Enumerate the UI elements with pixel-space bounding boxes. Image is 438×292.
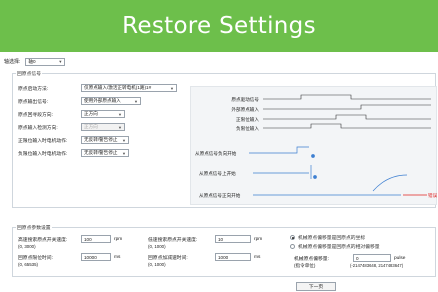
- field-high-speed: 高速搜索原点开关速度: 100 rpm: [18, 235, 122, 243]
- accel-time-unit: ms: [254, 254, 261, 260]
- limit-time-input[interactable]: 10000: [81, 253, 111, 261]
- detect-direction-value: 正方向: [84, 124, 98, 129]
- output-signal-select[interactable]: 使用外部原点输入 ▼: [81, 97, 141, 105]
- field-pos-limit-action: 正限位输入时电机动作: 无反转/警告停止 ▼: [18, 136, 129, 144]
- start-method-select[interactable]: 仅原点输入/激活正转电机(1路)1# ▼: [81, 84, 177, 92]
- search-direction-value: 正方向: [84, 111, 98, 116]
- scenario-label-negative: 从原点信号负向开始: [195, 150, 237, 157]
- scenario-label-on: 从原点信号上开始: [199, 170, 236, 177]
- output-signal-value: 使用外部原点输入: [84, 98, 121, 103]
- signal-label-neg-limit: 负限位输入: [236, 125, 259, 132]
- limit-time-range: (0, 65535): [18, 262, 39, 267]
- chevron-down-icon: ▼: [58, 59, 63, 64]
- timing-diagram-svg: 原点驱动信号 外部原点输入 正限位输入 负限位输入 从原点信号负向开始 从原点信…: [195, 94, 438, 199]
- axis-select[interactable]: 轴0 ▼: [25, 57, 66, 66]
- scenario-negative-line: [249, 146, 309, 154]
- next-page-button[interactable]: 下一页: [296, 282, 336, 291]
- chevron-down-icon: ▼: [122, 137, 126, 143]
- offset-option-absolute-radio[interactable]: [290, 235, 295, 240]
- pos-limit-action-label: 正限位输入时电机动作:: [18, 138, 68, 144]
- scenario-label-positive: 从原点信号正向开始: [199, 192, 241, 199]
- high-speed-unit: rpm: [114, 236, 123, 242]
- signal-label-pos-limit: 正限位输入: [236, 116, 259, 123]
- drive-signal-wave: [263, 94, 431, 100]
- chevron-down-icon: ▼: [134, 98, 138, 104]
- field-low-speed: 低速搜索原点开关速度: 10 rpm: [148, 235, 262, 243]
- field-neg-limit-action: 负限位输入时电机动作: 无反转/警告停止 ▼: [18, 149, 129, 157]
- field-output-signal: 原点输出信号: 使用外部原点输入 ▼: [18, 97, 141, 105]
- search-direction-label: 原点回寻段方向:: [18, 112, 53, 118]
- page-title: Restore Settings: [122, 13, 316, 39]
- offset-option-relative[interactable]: 机械原点偏移量是回原点的相对偏移量: [290, 243, 380, 250]
- chevron-down-icon: ▼: [118, 111, 122, 117]
- limit-time-unit: ms: [114, 254, 121, 260]
- pos-limit-action-value: 无反转/警告停止: [84, 137, 118, 142]
- homing-params-group-title: 回原点参数设置: [16, 224, 52, 231]
- axis-select-value: 轴0: [28, 58, 36, 64]
- chevron-down-icon: ▼: [122, 150, 126, 156]
- signal-label-drive: 原点驱动信号: [231, 96, 259, 103]
- field-accel-time: 回原点加减速时间: 1000 ms: [148, 253, 260, 261]
- mechanical-offset-input[interactable]: 0: [353, 254, 391, 262]
- mechanical-offset-unit: pulse: [394, 255, 406, 261]
- low-speed-unit: rpm: [254, 236, 263, 242]
- accel-time-input[interactable]: 1000: [215, 253, 251, 261]
- low-speed-label: 低速搜索原点开关速度:: [148, 237, 198, 243]
- detect-direction-label: 原点输入检测方向:: [18, 125, 58, 131]
- high-speed-label: 高速搜索原点开关速度:: [18, 237, 68, 243]
- field-mechanical-offset: 机械原点偏移量: 0 pulse: [294, 254, 405, 262]
- scenario-positive-curve: [372, 174, 408, 192]
- accel-time-label: 回原点加减速时间:: [148, 255, 188, 261]
- origin-signal-wave: [263, 104, 431, 110]
- pos-limit-wave: [263, 114, 431, 120]
- neg-limit-action-select[interactable]: 无反转/警告停止 ▼: [81, 149, 129, 157]
- signal-label-origin: 外部原点输入: [231, 106, 259, 113]
- accel-time-range: (0, 1000): [148, 262, 166, 267]
- start-method-value: 仅原点输入/激活正转电机(1路)1#: [84, 85, 152, 90]
- high-speed-range: (0, 3000): [18, 244, 36, 249]
- low-speed-range: (0, 1000): [148, 244, 166, 249]
- offset-option-absolute-label: 机械原点偏移量是回原点的坐标: [298, 236, 366, 241]
- field-detect-direction: 原点输入检测方向: 正方向 ▼: [18, 123, 125, 131]
- limit-time-label: 回原点限位时间:: [18, 255, 53, 261]
- homing-signal-group-title: 回原点信号: [16, 70, 42, 77]
- axis-selector-row: 轴选择: 轴0 ▼: [4, 57, 66, 66]
- chevron-down-icon: ▼: [170, 85, 174, 91]
- field-search-direction: 原点回寻段方向: 正方向 ▼: [18, 110, 125, 118]
- field-start-method: 原点启动方法: 仅原点输入/激活正转电机(1路)1# ▼: [18, 84, 177, 92]
- banner: Restore Settings: [0, 0, 438, 52]
- search-direction-select[interactable]: 正方向 ▼: [81, 110, 125, 118]
- neg-limit-action-value: 无反转/警告停止: [84, 150, 118, 155]
- output-signal-label: 原点输出信号:: [18, 99, 49, 105]
- mechanical-offset-sublabel: (指令单位): [294, 263, 316, 268]
- homing-timing-diagram: 原点驱动信号 外部原点输入 正限位输入 负限位输入 从原点信号负向开始 从原点信…: [190, 86, 438, 205]
- detect-direction-select: 正方向 ▼: [81, 123, 125, 131]
- start-method-label: 原点启动方法:: [18, 86, 49, 92]
- mechanical-offset-range: (-2147483648, 2147483647): [350, 263, 404, 268]
- scenario-negative-marker: [311, 154, 315, 158]
- neg-limit-wave: [263, 123, 431, 129]
- chevron-down-icon: ▼: [118, 124, 122, 130]
- offset-option-absolute[interactable]: 机械原点偏移量是回原点的坐标: [290, 234, 365, 241]
- axis-select-label: 轴选择:: [4, 59, 21, 65]
- neg-limit-action-label: 负限位输入时电机动作:: [18, 151, 68, 157]
- scenario-on-marker: [313, 175, 317, 179]
- low-speed-input[interactable]: 10: [215, 235, 251, 243]
- offset-option-relative-radio[interactable]: [290, 244, 295, 249]
- error-label: 错误: [428, 192, 438, 199]
- offset-option-relative-label: 机械原点偏移量是回原点的相对偏移量: [298, 245, 380, 250]
- high-speed-input[interactable]: 100: [81, 235, 111, 243]
- pos-limit-action-select[interactable]: 无反转/警告停止 ▼: [81, 136, 129, 144]
- mechanical-offset-label: 机械原点偏移量:: [294, 256, 329, 262]
- field-limit-time: 回原点限位时间: 10000 ms: [18, 253, 120, 261]
